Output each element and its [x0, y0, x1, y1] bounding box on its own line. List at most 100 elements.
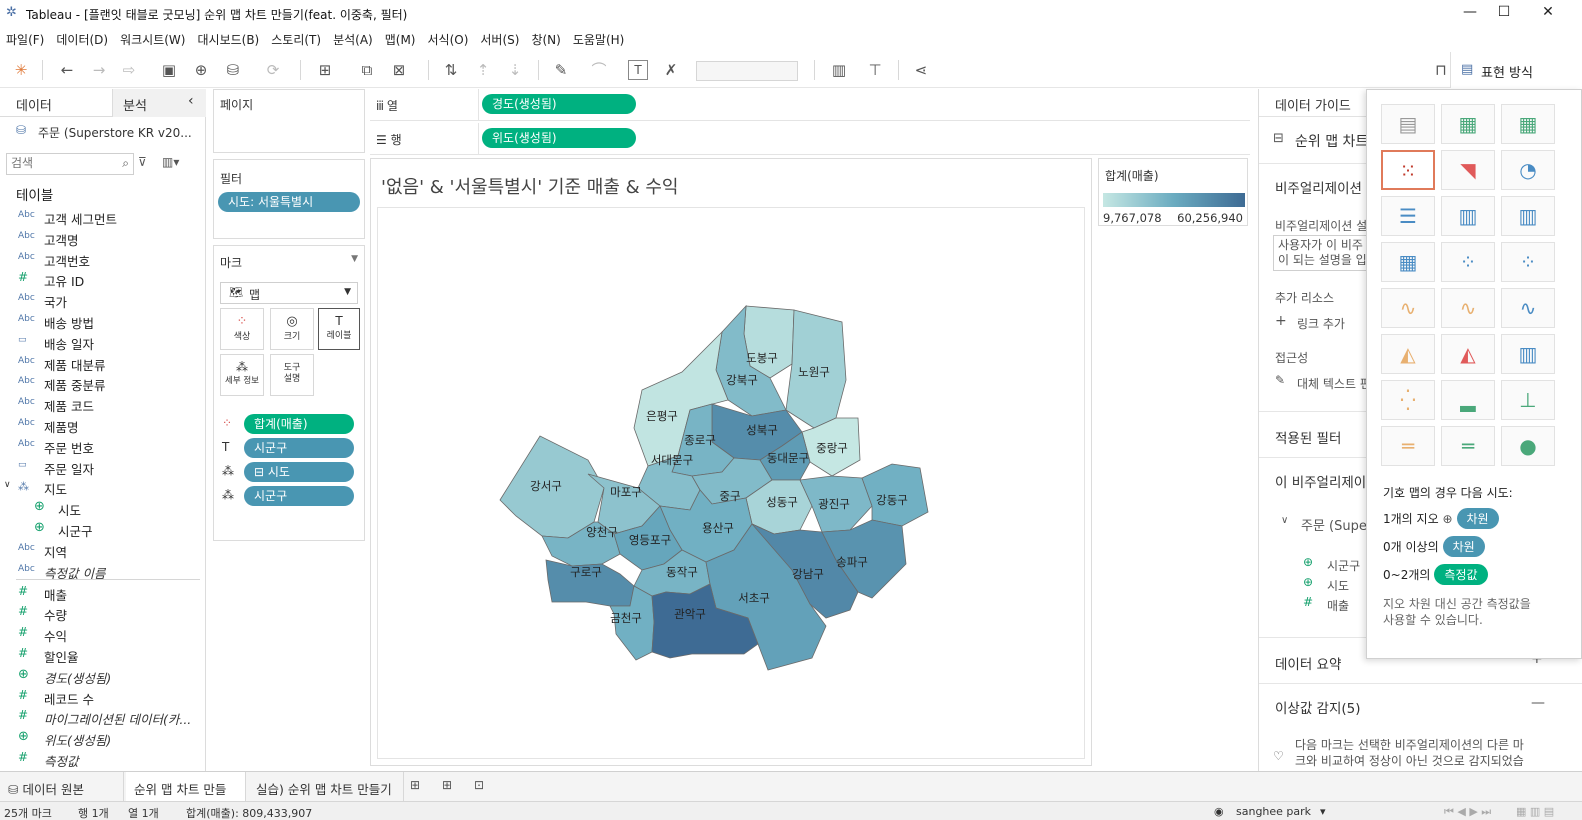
duplicate-sheet-icon[interactable]: ⧉	[356, 59, 378, 81]
view-title[interactable]: '없음' & '서울특별시' 기준 매출 & 수익	[381, 173, 678, 199]
user-menu-icon[interactable]: ▾	[1320, 805, 1326, 818]
chart-type-side-by-side-circles[interactable]: ⁘	[1501, 242, 1555, 282]
menu-story[interactable]: 스토리(T)	[265, 28, 327, 51]
new-worksheet-icon[interactable]: ⊞	[314, 59, 336, 81]
field-row[interactable]: Abc 제품명	[0, 415, 205, 435]
redo-icon[interactable]: →	[88, 59, 110, 81]
new-dashboard-icon[interactable]: ⊞	[442, 778, 452, 792]
data-summary-title[interactable]: 데이터 요약	[1275, 653, 1341, 673]
menu-map[interactable]: 맵(M)	[379, 28, 422, 51]
field-row[interactable]: ⊕ 위도(생성됨)	[0, 728, 205, 748]
field-row[interactable]: ⁂ 지도 ∨	[0, 477, 205, 497]
presentation-mode-icon[interactable]: ⊤	[864, 59, 886, 81]
swap-icon[interactable]: ⇅	[440, 59, 462, 81]
tab-data-source[interactable]: ⛁ 데이터 원본	[0, 772, 124, 802]
chart-type-area-continuous[interactable]: ◭	[1381, 334, 1435, 374]
field-row[interactable]: ⊕ 시군구	[0, 519, 205, 539]
group-icon[interactable]: ⌒	[588, 59, 610, 81]
minimize-button[interactable]: —	[1460, 4, 1480, 22]
highlight-icon[interactable]: ✎	[550, 59, 572, 81]
field-row[interactable]: # 측정값	[0, 749, 205, 769]
tab-rank-map[interactable]: 순위 맵 차트 만들기	[126, 772, 246, 816]
marks-card-menu-icon[interactable]: ▼	[351, 254, 358, 264]
chart-type-area-discrete[interactable]: ◭	[1441, 334, 1495, 374]
menu-dashboard[interactable]: 대시보드(B)	[191, 28, 265, 51]
refresh-icon[interactable]: ⟳	[262, 59, 284, 81]
search-input[interactable]	[11, 156, 111, 170]
field-row[interactable]: ⊕ 경도(생성됨)	[0, 666, 205, 686]
rows-pill[interactable]: 위도(생성됨)	[482, 128, 636, 148]
expand-icon[interactable]: ∨	[1281, 515, 1288, 526]
field-row[interactable]: Abc 고객명	[0, 228, 205, 248]
field-row[interactable]: ▭ 배송 일자	[0, 332, 205, 352]
chart-type-horizontal-bars[interactable]: ☰	[1381, 196, 1435, 236]
datasource-row[interactable]: ⛁ 주문 (Superstore KR v20...	[16, 123, 206, 143]
color-button[interactable]: ⁘ 색상	[220, 308, 264, 350]
chart-type-heat-map[interactable]: ▦	[1441, 104, 1495, 144]
field-row[interactable]: # 고유 ID	[0, 269, 205, 289]
tableau-home-icon[interactable]: ✳	[10, 59, 32, 81]
field-row[interactable]: # 수량	[0, 603, 205, 623]
seoul-map[interactable]: 도봉구노원구강북구은평구성북구종로구중랑구서대문구 동대문구강서구 마포구 중구 성동구…	[378, 208, 1086, 760]
collapse-icon[interactable]: ‹	[188, 93, 194, 109]
maximize-button[interactable]: ☐	[1494, 4, 1514, 22]
field-row[interactable]: # 수익	[0, 624, 205, 644]
pages-card[interactable]: 페이지	[213, 89, 365, 153]
chart-type-stacked-bars[interactable]: ▥	[1441, 196, 1495, 236]
new-datasource-icon[interactable]: ⊕	[190, 59, 212, 81]
field-row[interactable]: # 마이그레이션된 데이터(카...	[0, 707, 205, 727]
menu-worksheet[interactable]: 워크시트(W)	[114, 28, 191, 51]
undo-icon[interactable]: ←	[56, 59, 78, 81]
field-row[interactable]: Abc 고객번호	[0, 249, 205, 269]
columns-pill[interactable]: 경도(생성됨)	[482, 94, 636, 114]
menu-server[interactable]: 서버(S)	[474, 28, 525, 51]
chart-type-scatter-plot[interactable]: ⁛	[1381, 380, 1435, 420]
chart-type-treemap[interactable]: ▦	[1381, 242, 1435, 282]
field-row[interactable]: Abc 배송 방법	[0, 311, 205, 331]
new-story-icon[interactable]: ⊡	[474, 778, 484, 792]
menu-file[interactable]: 파일(F)	[0, 28, 50, 51]
chart-type-filled-map[interactable]: ◥	[1441, 150, 1495, 190]
map-view[interactable]: 도봉구 노원구 강북구 은평구 성북구 종로구 중랑구 서대문구 동대문구 강서구 마포구 중구 성동구…	[377, 207, 1085, 759]
sort-asc-icon[interactable]: ⇡	[472, 59, 494, 81]
show-cards-icon[interactable]: ▥	[828, 59, 850, 81]
chart-type-dual-lines[interactable]: ∿	[1501, 288, 1555, 328]
close-button[interactable]: ✕	[1538, 4, 1558, 22]
mark-pill[interactable]: 합계(매출)	[244, 414, 354, 434]
field-row[interactable]: # 할인율	[0, 645, 205, 665]
fix-axes-icon[interactable]: ✗	[660, 59, 682, 81]
filters-card[interactable]: 필터 시도: 서울특별시	[213, 159, 365, 239]
nav-first-icon[interactable]: ⏮ ◀ ▶ ⏭	[1444, 805, 1491, 819]
sort-desc-icon[interactable]: ⇣	[504, 59, 526, 81]
columns-shelf[interactable]: iii 열 경도(생성됨)	[370, 89, 1250, 121]
pause-updates-icon[interactable]: ⛁	[222, 59, 244, 81]
chart-type-symbol-map[interactable]: ⁙	[1381, 150, 1435, 190]
chart-type-box-whisker[interactable]: ⊥	[1501, 380, 1555, 420]
chart-type-dual-combination[interactable]: ▥	[1501, 334, 1555, 374]
alt-text-link[interactable]: 대체 텍스트 편	[1297, 375, 1371, 392]
mark-type-dropdown[interactable]: 🗺 맵 ▼	[220, 282, 358, 304]
menu-analysis[interactable]: 분석(A)	[327, 28, 379, 51]
menu-data[interactable]: 데이터(D)	[50, 28, 114, 51]
field-row[interactable]: Abc 고객 세그먼트	[0, 207, 205, 227]
rows-shelf[interactable]: ☰ 행 위도(생성됨)	[370, 123, 1250, 155]
size-button[interactable]: ◎ 크기	[270, 308, 314, 350]
tab-practice-rank-map[interactable]: 실습) 순위 맵 차트 만들기	[248, 772, 404, 802]
color-legend[interactable]: 합계(매출) 9,767,078 60,256,940	[1098, 158, 1248, 226]
collapse-outliers-icon[interactable]: —	[1531, 695, 1545, 711]
chart-type-circle-view[interactable]: ⁘	[1441, 242, 1495, 282]
fit-dropdown[interactable]	[696, 61, 798, 81]
detail-button[interactable]: ⁂ 세부 정보	[220, 354, 264, 396]
save-icon[interactable]: ▣	[158, 59, 180, 81]
view-options-icon[interactable]: ▥▾	[162, 155, 179, 169]
expand-icon[interactable]: ∨	[4, 480, 11, 490]
field-row[interactable]: # 매출	[0, 583, 205, 603]
new-sheet-icon[interactable]: ⊞	[410, 778, 420, 792]
show-me-tab[interactable]: ▤ 표현 방식	[1450, 52, 1582, 88]
outliers-title[interactable]: 이상값 감지(5)	[1275, 697, 1361, 717]
filter-fields-icon[interactable]: ⊽	[138, 155, 147, 169]
menu-window[interactable]: 창(N)	[525, 28, 566, 51]
pin-icon[interactable]: ⊓	[1430, 59, 1452, 81]
menu-help[interactable]: 도움말(H)	[567, 28, 631, 51]
chart-type-pie-chart[interactable]: ◔	[1501, 150, 1555, 190]
